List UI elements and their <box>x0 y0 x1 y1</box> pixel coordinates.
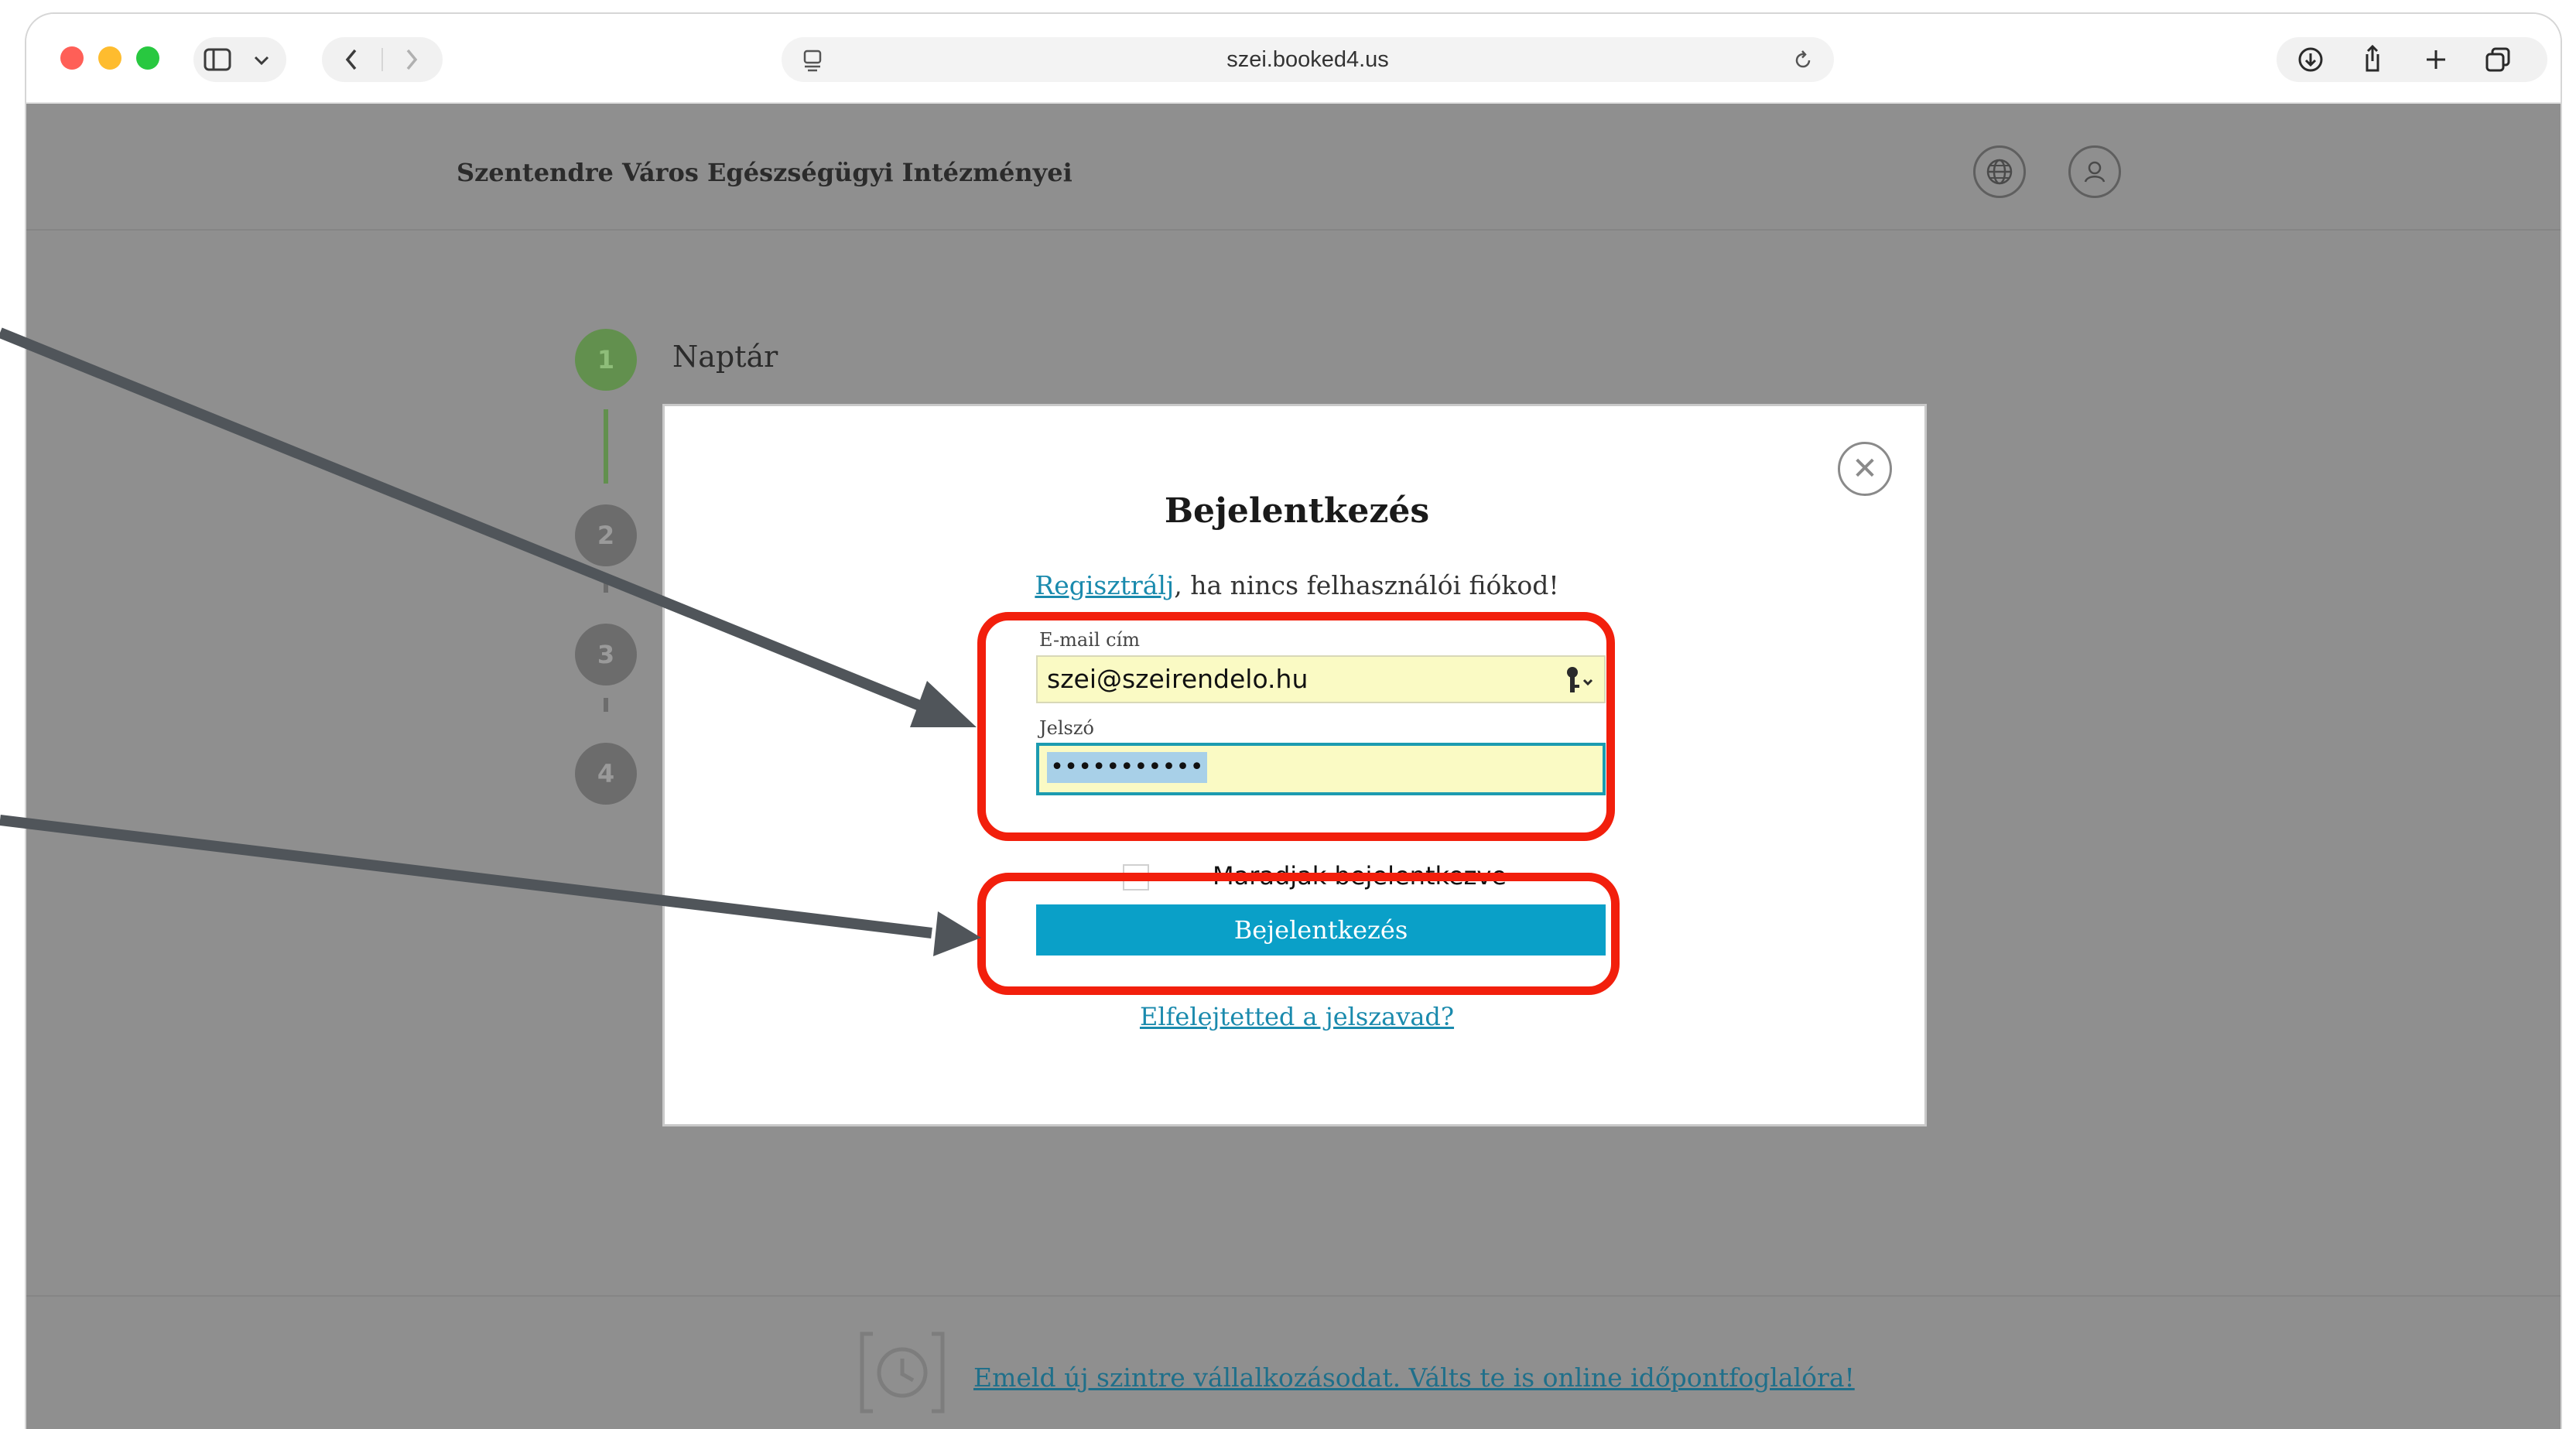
navigation-group <box>322 37 443 82</box>
language-button[interactable] <box>1973 145 2026 198</box>
modal-title: Bejelentkezés <box>1164 491 1430 531</box>
new-tab-icon[interactable] <box>2420 44 2451 75</box>
close-icon[interactable]: ✕ <box>1838 442 1892 496</box>
user-icon <box>2084 161 2106 183</box>
maximize-window-button[interactable] <box>136 46 159 70</box>
url-text[interactable]: szei.booked4.us <box>782 37 1834 82</box>
footer-promo-link[interactable]: Emeld új szintre vállalkozásodat. Válts … <box>973 1362 1855 1393</box>
address-bar[interactable]: szei.booked4.us <box>782 37 1834 82</box>
globe-icon <box>1986 159 2013 185</box>
forward-icon[interactable] <box>396 44 427 75</box>
reload-icon[interactable] <box>1787 45 1818 76</box>
close-window-button[interactable] <box>60 46 84 70</box>
register-prompt: Regisztrálj, ha nincs felhasználói fióko… <box>665 570 1929 600</box>
site-title[interactable]: Szentendre Város Egészségügyi Intézménye… <box>457 158 1072 187</box>
site-header: Szentendre Város Egészségügyi Intézménye… <box>26 104 2561 231</box>
step-1-circle[interactable]: 1 <box>575 329 637 391</box>
clock-logo-icon <box>860 1332 945 1414</box>
back-icon[interactable] <box>336 44 367 75</box>
step-2-circle[interactable]: 2 <box>575 504 637 566</box>
tab-overview-icon[interactable] <box>2482 44 2513 75</box>
minimize-window-button[interactable] <box>98 46 121 70</box>
share-icon[interactable] <box>2357 43 2388 75</box>
account-button[interactable] <box>2068 145 2121 198</box>
register-link[interactable]: Regisztrálj <box>1035 570 1174 600</box>
nav-divider <box>381 48 383 71</box>
step-connector <box>604 579 608 593</box>
highlight-login-button <box>977 873 1620 995</box>
step-3-circle[interactable]: 3 <box>575 624 637 685</box>
browser-toolbar: szei.booked4.us <box>26 14 2561 104</box>
step-connector <box>604 409 608 484</box>
sidebar-icon[interactable] <box>201 43 234 76</box>
sidebar-toggle-group <box>193 37 286 82</box>
step-4-circle[interactable]: 4 <box>575 743 637 805</box>
step-1-label[interactable]: Naptár <box>672 340 778 374</box>
highlight-credentials <box>977 612 1615 841</box>
forgot-password-link[interactable]: Elfelejtetted a jelszavad? <box>665 1002 1929 1031</box>
chevron-down-icon[interactable] <box>246 45 277 76</box>
register-text: , ha nincs felhasználói fiókod! <box>1174 570 1559 600</box>
download-icon[interactable] <box>2295 44 2326 75</box>
step-connector <box>604 698 608 712</box>
toolbar-actions <box>2277 37 2547 82</box>
